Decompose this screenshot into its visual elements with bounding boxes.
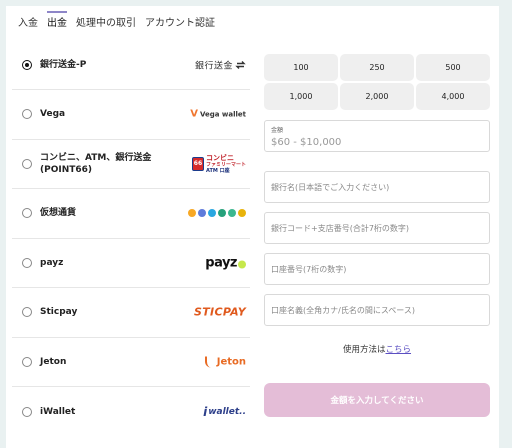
radio-button[interactable] xyxy=(22,109,32,120)
radio-button[interactable] xyxy=(22,158,32,169)
method-vega[interactable]: Vega V Vega wallet xyxy=(12,90,250,140)
payz-logo: payz xyxy=(205,255,246,270)
method-iwallet[interactable]: iWallet i wallet.. xyxy=(12,387,250,437)
usage-instructions-link[interactable]: こちら xyxy=(386,345,412,355)
tab-withdrawal[interactable]: 出金 xyxy=(47,11,67,38)
bank-branch-code-input[interactable]: 銀行コード+支店番号(合計7桁の数字) xyxy=(264,212,490,244)
method-label: Sticpay xyxy=(40,307,78,318)
method-label: iWallet xyxy=(40,406,76,417)
quick-amount-grid: 100 250 500 1,000 2,000 4,000 xyxy=(264,54,490,110)
sticpay-logo: STICPAY xyxy=(194,305,246,319)
konbini-logo-sub2: ATM 口座 xyxy=(205,167,230,174)
konbini-logo-text: コンビニ xyxy=(205,153,234,162)
iwallet-logo-text: wallet.. xyxy=(208,406,246,417)
tab-bar: 入金 出金 処理中の取引 アカウント認証 xyxy=(18,11,215,38)
coin-icon xyxy=(228,209,236,218)
crypto-coins-icon xyxy=(188,209,246,218)
method-label: 銀行送金-P xyxy=(40,59,87,70)
radio-button[interactable] xyxy=(22,356,32,367)
quick-amount-button[interactable]: 2,000 xyxy=(340,83,414,110)
radio-button[interactable] xyxy=(22,307,32,318)
quick-amount-button[interactable]: 4,000 xyxy=(416,83,490,110)
method-konbini-point66[interactable]: コンビニ、ATM、銀行送金 (POINT66) 66 コンビニ ファミリーマート… xyxy=(12,140,250,189)
ripple-icon xyxy=(208,209,216,218)
jeton-mark-icon xyxy=(204,356,214,368)
point66-badge: 66 xyxy=(191,156,204,171)
quick-amount-button[interactable]: 500 xyxy=(416,54,490,81)
bank-transfer-logo: 銀行送金 xyxy=(195,58,246,71)
tab-deposit[interactable]: 入金 xyxy=(18,16,38,38)
vega-logo-icon: V xyxy=(190,108,198,120)
vega-wallet-logo: V Vega wallet xyxy=(190,109,246,120)
method-label: payz xyxy=(40,257,64,268)
payz-logo-text: payz xyxy=(205,255,237,271)
account-number-input[interactable]: 口座番号(7桁の数字) xyxy=(264,253,490,285)
konbini-logo: 66 コンビニ ファミリーマート ATM 口座 xyxy=(191,153,246,174)
account-holder-input[interactable]: 口座名義(全角カナ/氏名の間にスペース) xyxy=(264,294,490,326)
binance-coin-icon xyxy=(238,209,246,218)
bank-name-input[interactable]: 銀行名(日本語でご入力ください) xyxy=(264,171,490,203)
method-label: Jeton xyxy=(40,356,67,367)
method-label: Vega xyxy=(40,109,66,120)
method-payz[interactable]: payz payz xyxy=(12,239,250,288)
usage-instructions: 使用方法はこちら xyxy=(264,343,490,355)
tether-icon xyxy=(218,209,226,218)
ethereum-icon xyxy=(198,209,206,218)
quick-amount-button[interactable]: 1,000 xyxy=(264,83,338,110)
iwallet-i-icon: i xyxy=(203,404,208,419)
method-crypto[interactable]: 仮想通貨 xyxy=(12,189,250,239)
tab-account-verification[interactable]: アカウント認証 xyxy=(145,16,215,38)
exchange-icon xyxy=(235,60,246,69)
submit-button[interactable]: 金額を入力してください xyxy=(264,383,490,417)
jeton-logo: Jeton xyxy=(204,356,246,368)
quick-amount-button[interactable]: 250 xyxy=(340,54,414,81)
method-label: コンビニ、ATM、銀行送金 (POINT66) xyxy=(40,152,152,175)
radio-button[interactable] xyxy=(22,406,32,417)
bitcoin-icon xyxy=(188,209,196,218)
usage-instructions-text: 使用方法は xyxy=(342,345,386,355)
radio-button[interactable] xyxy=(22,208,32,219)
iwallet-logo: i wallet.. xyxy=(203,405,246,419)
amount-input[interactable]: 金額 $60 - $10,000 xyxy=(264,120,490,152)
jeton-logo-text: Jeton xyxy=(216,356,246,368)
method-sticpay[interactable]: Sticpay STICPAY xyxy=(12,288,250,338)
payment-method-list: 銀行送金-P 銀行送金 Vega V Vega wallet コンビニ、ATM、… xyxy=(12,40,250,437)
amount-input-placeholder: $60 - $10,000 xyxy=(271,136,342,148)
method-label: 仮想通貨 xyxy=(40,208,77,219)
bank-transfer-logo-text: 銀行送金 xyxy=(194,61,233,71)
quick-amount-button[interactable]: 100 xyxy=(264,54,338,81)
vega-wallet-logo-text: Vega wallet xyxy=(199,110,246,119)
method-jeton[interactable]: Jeton Jeton xyxy=(12,338,250,387)
payz-dot-icon xyxy=(238,260,246,269)
amount-input-label: 金額 xyxy=(271,126,284,134)
tab-pending-transactions[interactable]: 処理中の取引 xyxy=(76,16,136,38)
radio-button[interactable] xyxy=(22,257,32,268)
radio-button-selected[interactable] xyxy=(22,59,32,70)
method-bank-transfer-p[interactable]: 銀行送金-P 銀行送金 xyxy=(12,40,250,90)
